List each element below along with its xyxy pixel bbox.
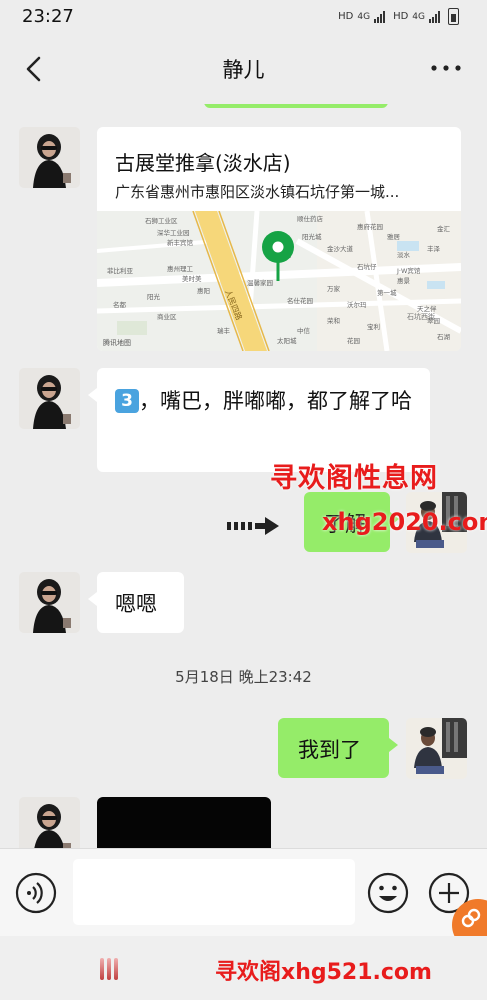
- map-label: 新丰宾馆: [167, 238, 194, 247]
- map-label: 顺仕药店: [297, 214, 324, 223]
- map-label: 天之伴: [417, 304, 437, 313]
- map-label: 商业区: [157, 312, 177, 321]
- map-label: 温馨家园: [247, 278, 273, 287]
- map-label: 阳光: [147, 292, 161, 301]
- map-road-label-2: 石坑西街: [407, 312, 435, 321]
- map-attribution: 腾讯地图: [103, 338, 131, 347]
- status-indicators: HD 4G HD 4G: [338, 8, 459, 25]
- status-bar: 23:27 HD 4G HD 4G: [0, 0, 487, 34]
- map-label: 金沙大道: [327, 244, 354, 253]
- map-label: 太阳城: [277, 336, 297, 345]
- input-bar: [0, 848, 487, 951]
- message-bubble-received[interactable]: 嗯嗯: [88, 572, 184, 633]
- map-label: 石湖: [437, 332, 451, 341]
- signal-icon-2: [429, 10, 440, 23]
- keycap-emoji-badge: 3: [115, 389, 139, 413]
- map-label: 石坑仔: [357, 262, 377, 271]
- avatar-contact[interactable]: [19, 127, 80, 188]
- watermark-footer: 寻欢阁xhg521.com: [215, 960, 432, 985]
- message-text: 3 ，嘴巴，胖嘟嘟，都了解了哈: [115, 382, 415, 420]
- map-label: 美时美: [182, 274, 202, 283]
- map-label: 丰泽: [427, 244, 441, 253]
- message-bubble-sent[interactable]: 我到了: [278, 718, 398, 778]
- map-label: 沃尔玛: [347, 300, 367, 309]
- status-time: 23:27: [22, 6, 74, 27]
- location-card[interactable]: 古展堂推拿(淡水店) 广东省惠州市惠阳区淡水镇石坑仔第一城... 石狮工业区深华…: [97, 127, 461, 351]
- voice-input-icon[interactable]: [14, 871, 58, 915]
- map-label: 菲比利亚: [107, 266, 134, 275]
- watermark-text: 寻欢阁性息网: [270, 463, 438, 494]
- map-label: 雅居: [387, 233, 401, 241]
- location-title: 古展堂推拿(淡水店): [115, 151, 291, 175]
- gesture-handle-icon[interactable]: [100, 958, 120, 980]
- map-label: 淡水: [397, 250, 411, 259]
- nav-bar: 静儿: [0, 34, 487, 104]
- more-options-icon[interactable]: [429, 62, 463, 74]
- signal-icon: [374, 10, 386, 23]
- map-label: 第一城: [377, 288, 397, 297]
- map-label: 惠府花园: [357, 222, 383, 231]
- image-message-thumbnail[interactable]: [97, 797, 271, 848]
- message-bubble-cutoff: [204, 104, 388, 108]
- message-input[interactable]: [73, 859, 355, 925]
- map-label: 石狮工业区: [145, 216, 178, 225]
- location-address: 广东省惠州市惠阳区淡水镇石坑仔第一城...: [115, 183, 400, 201]
- map-label: 荣和: [327, 316, 340, 325]
- map-label: 万家: [327, 284, 341, 293]
- avatar-contact[interactable]: [19, 572, 80, 633]
- network-gen-label-2: 4G: [412, 11, 425, 22]
- avatar-contact[interactable]: [19, 368, 80, 429]
- map-label: 中信: [297, 326, 311, 335]
- network-gen-label: 4G: [357, 11, 371, 22]
- map-label: 惠阳: [197, 286, 210, 295]
- map-label: 名仕花园: [287, 296, 313, 305]
- bottom-bar: 寻欢阁xhg521.com: [0, 936, 487, 1000]
- link-icon: [461, 908, 481, 928]
- forward-arrow-icon: [227, 517, 279, 535]
- map-label: 惠州理工: [167, 264, 194, 273]
- map-label: 瑞丰: [217, 326, 231, 335]
- message-text-content: ，嘴巴，胖嘟嘟，都了解了哈: [139, 389, 412, 413]
- map-label: 名都: [113, 300, 127, 309]
- message-text: 嗯嗯: [115, 592, 157, 616]
- watermark-url: xhg2020.com: [322, 508, 487, 536]
- map-label: 深华工业园: [157, 228, 190, 237]
- map-label: 金汇: [437, 224, 451, 233]
- message-timestamp: 5月18日 晚上23:42: [175, 668, 312, 686]
- location-map[interactable]: 石狮工业区深华工业园新丰宾馆顺仕药店惠府花园阳光城金沙大道商业街石坑仔淡水J·W…: [97, 211, 461, 351]
- emoji-icon[interactable]: [366, 871, 410, 915]
- map-label: J·W宾馆: [396, 266, 421, 275]
- battery-icon: [448, 8, 459, 25]
- avatar-contact[interactable]: [19, 797, 80, 848]
- map-label: 宝利: [367, 322, 380, 331]
- map-label: 花园: [347, 336, 360, 345]
- map-label: 阳光城: [302, 232, 322, 241]
- hd-label: HD: [338, 11, 354, 22]
- message-text: 我到了: [298, 738, 361, 762]
- hd-label-2: HD: [393, 11, 409, 22]
- avatar-self[interactable]: [406, 718, 467, 779]
- chat-title: 静儿: [222, 58, 265, 82]
- map-label: 惠景: [397, 276, 411, 285]
- chat-area[interactable]: 古展堂推拿(淡水店) 广东省惠州市惠阳区淡水镇石坑仔第一城... 石狮工业区深华…: [0, 104, 487, 848]
